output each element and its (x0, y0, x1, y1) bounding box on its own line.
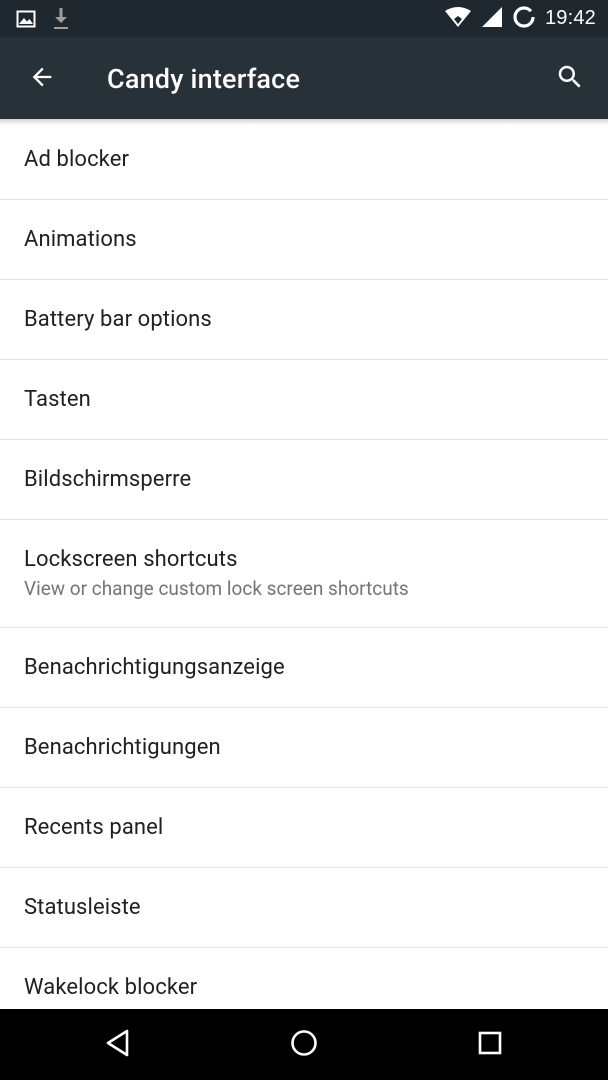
nav-recents-button[interactable] (468, 1023, 512, 1067)
clock: 19:42 (544, 7, 596, 29)
arrow-back-icon (28, 63, 56, 95)
navigation-bar (0, 1009, 608, 1080)
setting-benachrichtigungsanzeige[interactable]: Benachrichtigungsanzeige (0, 628, 608, 708)
setting-ad-blocker[interactable]: Ad blocker (0, 120, 608, 200)
wifi-icon (444, 6, 472, 32)
setting-label: Benachrichtigungen (24, 734, 221, 760)
setting-label: Animations (24, 226, 137, 252)
search-button[interactable] (550, 59, 590, 99)
setting-label: Ad blocker (24, 146, 130, 172)
setting-animations[interactable]: Animations (0, 200, 608, 280)
setting-bildschirmsperre[interactable]: Bildschirmsperre (0, 440, 608, 520)
setting-label: Statusleiste (24, 894, 141, 920)
system-icons: 19:42 (444, 0, 596, 37)
recents-square-icon (476, 1029, 504, 1061)
setting-label: Tasten (24, 386, 91, 412)
signal-icon (481, 6, 503, 32)
back-button[interactable] (22, 59, 62, 99)
back-triangle-icon (103, 1028, 133, 1062)
image-icon (16, 9, 36, 33)
app-bar: Candy interface (0, 37, 608, 119)
setting-battery-bar-options[interactable]: Battery bar options (0, 280, 608, 360)
search-icon (555, 62, 585, 96)
sync-ring-icon (512, 5, 536, 33)
setting-label: Bildschirmsperre (24, 466, 192, 492)
nav-home-button[interactable] (282, 1023, 326, 1067)
download-icon (52, 7, 70, 35)
setting-recents-panel[interactable]: Recents panel (0, 788, 608, 868)
home-circle-icon (289, 1028, 319, 1062)
setting-summary: View or change custom lock screen shortc… (24, 576, 409, 600)
setting-benachrichtigungen[interactable]: Benachrichtigungen (0, 708, 608, 788)
settings-list: Ad blocker Animations Battery bar option… (0, 120, 608, 1028)
setting-label: Lockscreen shortcuts (24, 546, 238, 572)
setting-label: Recents panel (24, 814, 164, 840)
setting-label: Wakelock blocker (24, 974, 198, 1000)
setting-tasten[interactable]: Tasten (0, 360, 608, 440)
page-title: Candy interface (107, 63, 301, 95)
setting-label: Battery bar options (24, 306, 212, 332)
setting-label: Benachrichtigungsanzeige (24, 654, 285, 680)
notification-icons (16, 7, 70, 35)
setting-lockscreen-shortcuts[interactable]: Lockscreen shortcuts View or change cust… (0, 520, 608, 628)
setting-statusleiste[interactable]: Statusleiste (0, 868, 608, 948)
status-bar: 19:42 (0, 0, 608, 37)
nav-back-button[interactable] (96, 1023, 140, 1067)
